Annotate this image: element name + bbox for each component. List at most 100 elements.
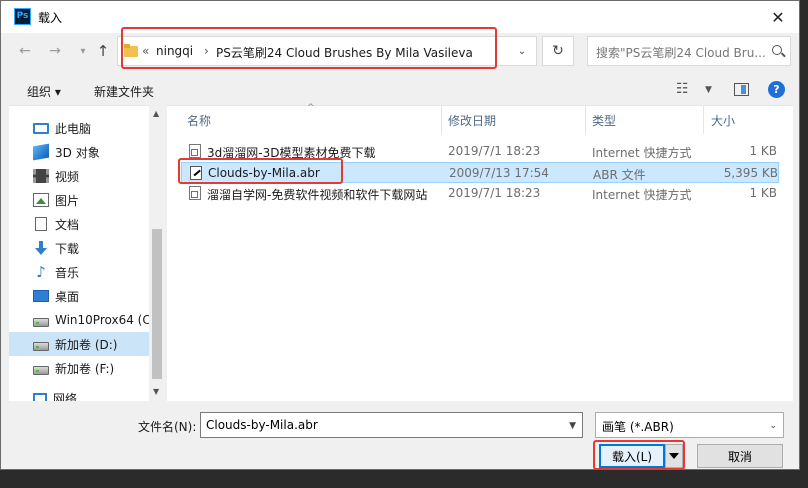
file-date: 2019/7/1 18:23 xyxy=(448,144,541,158)
column-header-size[interactable]: 大小 xyxy=(711,112,735,129)
sidebar-item-label: 桌面 xyxy=(55,289,80,304)
scrollbar-thumb[interactable] xyxy=(152,229,162,379)
scroll-down-icon[interactable]: ▼ xyxy=(153,387,159,396)
sidebar-item-network[interactable]: 网络 xyxy=(9,386,151,401)
up-arrow-icon[interactable]: ↑ xyxy=(93,41,113,61)
view-dropdown-icon[interactable]: ▼ xyxy=(705,85,712,95)
filename-value: Clouds-by-Mila.abr xyxy=(206,418,318,432)
file-name: Clouds-by-Mila.abr xyxy=(208,166,320,180)
toolbar: 组织 ▾ 新建文件夹 ☷ ▼ ? xyxy=(1,75,799,105)
filename-input[interactable]: Clouds-by-Mila.abr ▼ xyxy=(200,412,583,438)
chevron-down-icon xyxy=(669,453,679,459)
recent-locations-chevron-icon[interactable]: ▾ xyxy=(73,41,93,61)
downloads-icon xyxy=(33,241,49,255)
organize-menu[interactable]: 组织 ▾ xyxy=(27,83,61,100)
file-type: Internet 快捷方式 xyxy=(592,146,692,160)
forward-arrow-icon[interactable]: → xyxy=(45,41,65,61)
documents-icon xyxy=(35,217,47,231)
drive-icon xyxy=(33,341,49,351)
preview-pane-icon[interactable] xyxy=(734,83,749,96)
column-header-name[interactable]: 名称 xyxy=(187,112,211,129)
file-row[interactable]: 溜溜自学网-免费软件视频和软件下载网站 2019/7/1 18:23 Inter… xyxy=(181,183,779,204)
title-bar: Ps 载入 ✕ xyxy=(1,1,799,33)
sidebar-item-downloads[interactable]: 下载 xyxy=(9,236,151,260)
navigation-scrollbar[interactable]: ▲ ▼ xyxy=(149,105,165,401)
sidebar-item-label: 网络 xyxy=(53,391,78,402)
chevron-down-icon[interactable]: ⌄ xyxy=(769,421,777,431)
internet-shortcut-icon xyxy=(189,144,201,158)
address-dropdown-icon[interactable]: ⌄ xyxy=(508,38,536,64)
file-row[interactable]: 3d溜溜网-3D模型素材免费下载 2019/7/1 18:23 Internet… xyxy=(181,141,779,162)
sidebar-item-label: 3D 对象 xyxy=(55,145,100,160)
file-row-selected[interactable]: Clouds-by-Mila.abr 2009/7/13 17:54 ABR 文… xyxy=(181,162,779,183)
breadcrumb-separator-icon[interactable]: › xyxy=(204,44,209,58)
sidebar-item-label: 视频 xyxy=(55,169,80,184)
load-button[interactable]: 载入(L) xyxy=(599,444,665,468)
sidebar-item-video[interactable]: 视频 xyxy=(9,164,151,188)
folder-icon xyxy=(124,44,138,58)
close-button[interactable]: ✕ xyxy=(765,5,791,29)
column-header-date[interactable]: 修改日期 xyxy=(448,112,496,129)
navigation-pane: 此电脑 3D 对象 视频 图片 文档 下载 ♪ 音乐 桌面 Win10Prox64… xyxy=(9,105,165,401)
sidebar-item-label: 新加卷 (D:) xyxy=(55,337,118,352)
chevron-down-icon[interactable]: ▼ xyxy=(569,421,576,431)
drive-icon xyxy=(33,317,49,327)
sidebar-item-drive-d[interactable]: 新加卷 (D:) xyxy=(9,332,151,356)
filetype-value: 画笔 (*.ABR) xyxy=(602,420,674,434)
sidebar-item-desktop[interactable]: 桌面 xyxy=(9,284,151,308)
scroll-up-icon[interactable]: ▲ xyxy=(153,109,159,118)
breadcrumb-current-folder[interactable]: PS云笔刷24 Cloud Brushes By Mila Vasileva xyxy=(216,44,473,61)
sidebar-item-music[interactable]: ♪ 音乐 xyxy=(9,260,151,284)
file-name: 3d溜溜网-3D模型素材免费下载 xyxy=(207,146,376,160)
column-divider[interactable] xyxy=(441,106,442,134)
filename-label: 文件名(N): xyxy=(138,420,197,434)
view-options-icon[interactable]: ☷ xyxy=(676,81,689,97)
sidebar-item-label: 此电脑 xyxy=(55,121,92,136)
new-folder-button[interactable]: 新建文件夹 xyxy=(94,83,154,100)
network-icon xyxy=(33,393,47,401)
address-bar[interactable]: « ningqi › PS云笔刷24 Cloud Brushes By Mila… xyxy=(117,36,537,66)
sidebar-item-label: 文档 xyxy=(55,217,80,232)
load-dialog: Ps 载入 ✕ ← → ▾ ↑ « ningqi › PS云笔刷24 Cloud… xyxy=(0,0,800,470)
sidebar-item-pictures[interactable]: 图片 xyxy=(9,188,151,212)
column-header-type[interactable]: 类型 xyxy=(592,112,616,129)
back-arrow-icon[interactable]: ← xyxy=(15,41,35,61)
cancel-button[interactable]: 取消 xyxy=(697,444,783,468)
drive-icon xyxy=(33,365,49,375)
breadcrumb-ningqi[interactable]: ningqi xyxy=(156,44,193,58)
sidebar-item-drive-c[interactable]: Win10Prox64 (C xyxy=(9,308,151,332)
pictures-icon xyxy=(33,193,49,207)
search-input[interactable]: 搜索"PS云笔刷24 Cloud Bru... xyxy=(587,36,791,66)
sidebar-item-label: 下载 xyxy=(55,241,80,256)
sidebar-item-label: 图片 xyxy=(55,193,80,208)
file-size: 1 KB xyxy=(749,186,777,200)
3d-objects-icon xyxy=(33,143,49,161)
sidebar-item-label: 音乐 xyxy=(55,265,80,280)
sidebar-item-3d-objects[interactable]: 3D 对象 xyxy=(9,140,151,164)
dialog-title: 载入 xyxy=(38,11,63,25)
file-date: 2019/7/1 18:23 xyxy=(448,186,541,200)
column-divider[interactable] xyxy=(703,106,704,134)
filetype-select[interactable]: 画笔 (*.ABR) ⌄ xyxy=(595,412,784,438)
file-size: 1 KB xyxy=(749,144,777,158)
help-icon[interactable]: ? xyxy=(768,81,785,98)
load-options-button[interactable] xyxy=(665,444,683,468)
sort-ascending-icon: ^ xyxy=(307,103,315,113)
photoshop-icon: Ps xyxy=(14,8,31,25)
file-size: 5,395 KB xyxy=(723,166,778,180)
sidebar-item-this-pc[interactable]: 此电脑 xyxy=(9,116,151,140)
file-type: Internet 快捷方式 xyxy=(592,188,692,202)
music-icon: ♪ xyxy=(36,263,46,281)
video-icon xyxy=(33,169,49,183)
refresh-button[interactable]: ↻ xyxy=(542,36,574,66)
overflow-chevron-icon[interactable]: « xyxy=(142,44,149,58)
file-type: ABR 文件 xyxy=(593,168,646,182)
search-placeholder: 搜索"PS云笔刷24 Cloud Bru... xyxy=(596,46,766,60)
file-list: 名称 ^ 修改日期 类型 大小 3d溜溜网-3D模型素材免费下载 2019/7/… xyxy=(167,103,793,401)
desktop-icon xyxy=(33,290,49,302)
brush-file-icon xyxy=(190,166,202,180)
sidebar-item-label: 新加卷 (F:) xyxy=(55,361,115,376)
column-divider[interactable] xyxy=(585,106,586,134)
sidebar-item-drive-f[interactable]: 新加卷 (F:) xyxy=(9,356,151,380)
sidebar-item-documents[interactable]: 文档 xyxy=(9,212,151,236)
